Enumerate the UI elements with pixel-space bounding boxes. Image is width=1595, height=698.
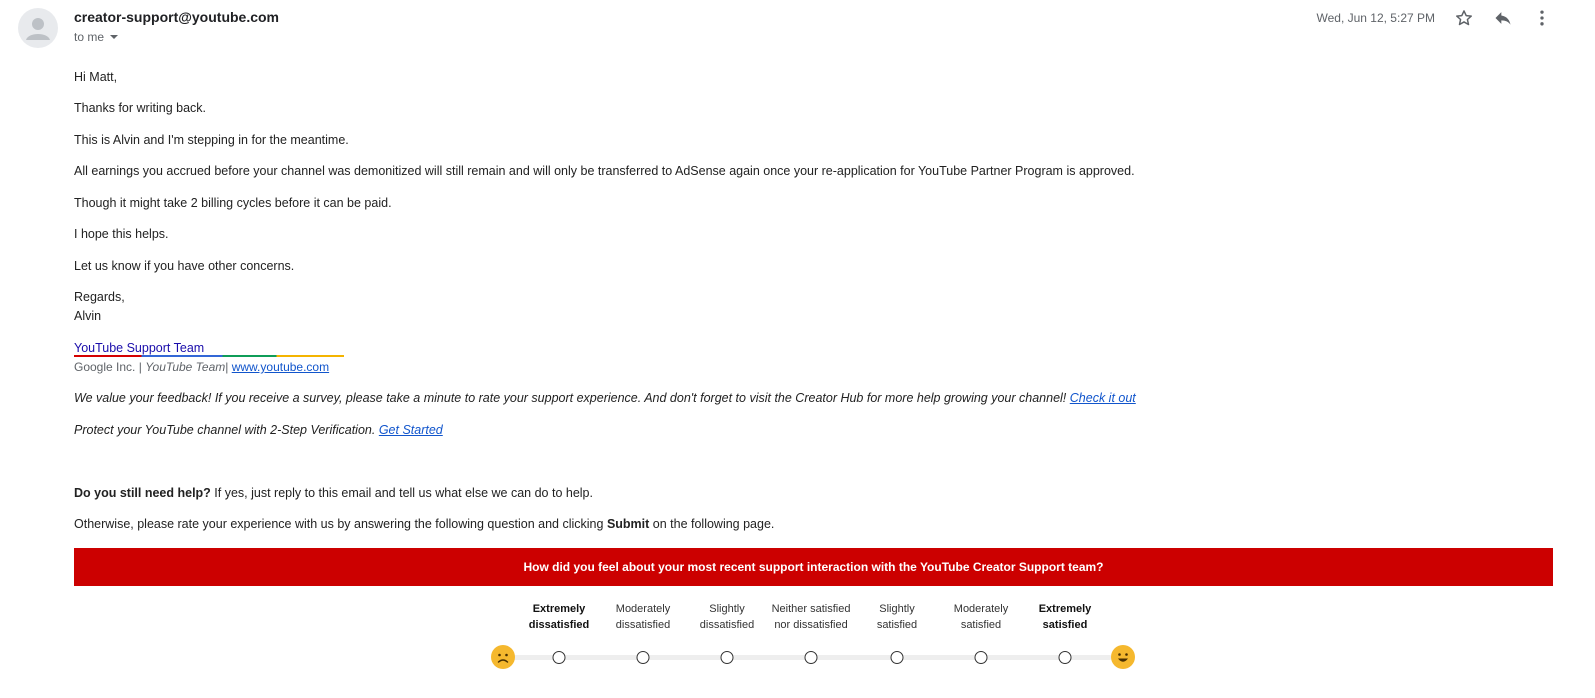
option-label-line: Extremely [1038, 603, 1092, 615]
feedback-text: We value your feedback! If you receive a… [74, 391, 1067, 405]
more-vert-icon [1540, 10, 1544, 26]
otherwise-line: Otherwise, please rate your experience w… [74, 517, 774, 531]
rating-radio-1[interactable] [552, 651, 566, 664]
rating-radio-6[interactable] [974, 651, 988, 664]
option-label-line: nor dissatisfied [774, 619, 848, 631]
otherwise-post: on the following page. [649, 517, 775, 531]
paragraph-3: All earnings you accrued before your cha… [74, 164, 1135, 178]
signature-separator-1: | [138, 360, 142, 374]
paragraph-6: Let us know if you have other concerns. [74, 259, 295, 273]
paragraph-4: Though it might take 2 billing cycles be… [74, 196, 392, 210]
option-label-7: Extremely satisfied [1015, 601, 1115, 633]
protect-text: Protect your YouTube channel with 2-Step… [74, 423, 376, 437]
get-started-link[interactable]: Get Started [379, 423, 443, 437]
rating-radio-2[interactable] [636, 651, 650, 664]
star-icon [1456, 10, 1472, 26]
rating-radio-5[interactable] [890, 651, 904, 664]
rating-radio-3[interactable] [720, 651, 734, 664]
survey-question: How did you feel about your most recent … [523, 560, 1104, 574]
signature-separator-2: | [225, 360, 229, 374]
signature-bar [74, 355, 344, 357]
recipient-line: to me [74, 30, 119, 44]
reply-icon [1495, 12, 1511, 25]
sender-avatar [18, 8, 58, 48]
option-label-line: satisfied [1042, 619, 1088, 631]
recipient-label: to me [74, 30, 105, 44]
signature-company: Google Inc. [74, 360, 136, 374]
greeting: Hi Matt, [74, 70, 118, 84]
otherwise-pre: Otherwise, please rate your experience w… [74, 517, 607, 531]
sender-name: Alvin [74, 309, 102, 323]
still-help-line: Do you still need help? If yes, just rep… [74, 486, 593, 500]
sad-face-icon [491, 645, 515, 669]
regards: Regards, [74, 290, 125, 304]
reply-button[interactable] [1490, 5, 1516, 31]
email-date: Wed, Jun 12, 5:27 PM [1316, 11, 1435, 25]
sad-face-graphic [497, 653, 509, 663]
signature-team-italic: YouTube Team [145, 360, 226, 374]
caret-down-icon[interactable] [110, 35, 119, 39]
more-button[interactable] [1529, 5, 1555, 31]
signature-team: YouTube Support Team [74, 341, 205, 355]
still-help-bold: Do you still need help? [74, 486, 211, 500]
check-it-out-link[interactable]: Check it out [1070, 391, 1136, 405]
feedback-line: We value your feedback! If you receive a… [74, 391, 1136, 405]
avatar-icon [26, 18, 50, 40]
option-label-4: Neither satisfied nor dissatisfied [761, 601, 861, 633]
website-link[interactable]: www.youtube.com [232, 360, 329, 374]
still-help-rest: If yes, just reply to this email and tel… [210, 486, 593, 500]
happy-face-graphic [1118, 653, 1128, 662]
submit-word: Submit [606, 517, 650, 531]
rating-radio-4[interactable] [804, 651, 818, 664]
paragraph-1: Thanks for writing back. [74, 101, 206, 115]
star-button[interactable] [1451, 5, 1477, 31]
protect-line: Protect your YouTube channel with 2-Step… [74, 423, 443, 437]
survey-question-banner: How did you feel about your most recent … [74, 548, 1553, 586]
option-label-line: Neither satisfied [771, 603, 851, 615]
paragraph-2: This is Alvin and I'm stepping in for th… [74, 133, 349, 147]
sender-address[interactable]: creator-support@youtube.com [74, 9, 279, 25]
happy-face-icon [1111, 645, 1135, 669]
signature-meta: Google Inc. | YouTube Team| www.youtube.… [74, 360, 329, 374]
rating-radio-7[interactable] [1058, 651, 1072, 664]
paragraph-5: I hope this helps. [74, 227, 169, 241]
